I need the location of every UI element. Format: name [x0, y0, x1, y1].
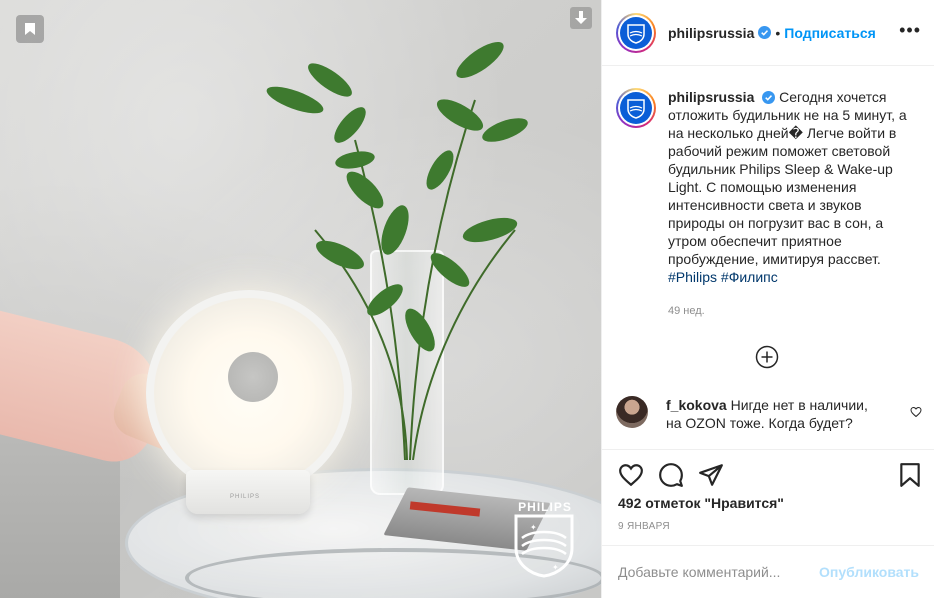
load-more-comments-icon[interactable]	[755, 345, 779, 369]
caption-time-ago[interactable]: 49 нед.	[668, 302, 922, 320]
like-heart-icon[interactable]	[618, 462, 644, 488]
comment-input[interactable]	[618, 564, 820, 580]
comment-text-block: f_kokova Нигде нет в наличии, на OZON то…	[666, 396, 886, 432]
more-options-icon[interactable]: •••	[899, 21, 921, 39]
likes-count[interactable]: 492 отметок "Нравится"	[618, 495, 784, 511]
post-date[interactable]: 9 ЯНВАРЯ	[618, 521, 670, 532]
header-username[interactable]: philipsrussіa	[668, 25, 754, 41]
comment-bubble-icon[interactable]	[658, 462, 684, 488]
account-avatar[interactable]	[616, 12, 656, 53]
philips-avatar-logo-icon	[627, 99, 645, 119]
comment-item: f_kokova Нигде нет в наличии, на OZON то…	[616, 396, 926, 432]
follow-button[interactable]: Подписаться	[784, 25, 876, 41]
verified-badge-icon	[758, 26, 772, 39]
bookmark-badge-icon[interactable]	[16, 15, 44, 43]
comment-like-heart-icon[interactable]	[910, 406, 922, 418]
post-header: philipsrussіa • Подписаться •••	[602, 0, 934, 66]
philips-avatar-logo-icon	[627, 23, 645, 44]
post-caption: philipsrussia Сегодня хочется отложить б…	[616, 88, 926, 320]
save-bookmark-icon[interactable]	[897, 462, 923, 488]
lamp-brand-label: PHILIPS	[230, 494, 261, 500]
instagram-post: PHILIPS PHILIPS ✦ ✦ philipsrussіa • Подп…	[0, 0, 934, 598]
verified-badge-icon	[762, 91, 776, 104]
publish-comment-button[interactable]: Опубликовать	[819, 564, 919, 580]
post-sidebar: philipsrussіa • Подписаться ••• philipsr…	[601, 0, 934, 598]
header-separator: •	[775, 24, 781, 41]
comment-username[interactable]: f_kokova	[666, 397, 727, 413]
caption-body: Сегодня хочется отложить будильник не на…	[668, 89, 907, 267]
hashtag-link[interactable]: #Philips	[668, 269, 717, 285]
commenter-avatar[interactable]	[616, 396, 648, 428]
share-paper-plane-icon[interactable]	[698, 462, 724, 488]
svg-text:✦: ✦	[530, 523, 537, 532]
caption-text-block: philipsrussia Сегодня хочется отложить б…	[668, 88, 922, 320]
download-icon[interactable]	[570, 7, 592, 29]
svg-text:✦: ✦	[552, 563, 559, 572]
wake-up-light-center	[228, 352, 278, 402]
post-image[interactable]: PHILIPS PHILIPS ✦ ✦	[0, 0, 601, 598]
caption-avatar[interactable]	[616, 88, 656, 128]
caption-username[interactable]: philipsrussia	[668, 89, 754, 105]
add-comment-bar: Опубликовать	[602, 545, 934, 598]
wake-up-light-base	[186, 470, 310, 514]
hashtag-link[interactable]: #Филипс	[721, 269, 778, 285]
philips-shield-logo: ✦ ✦	[514, 514, 574, 578]
